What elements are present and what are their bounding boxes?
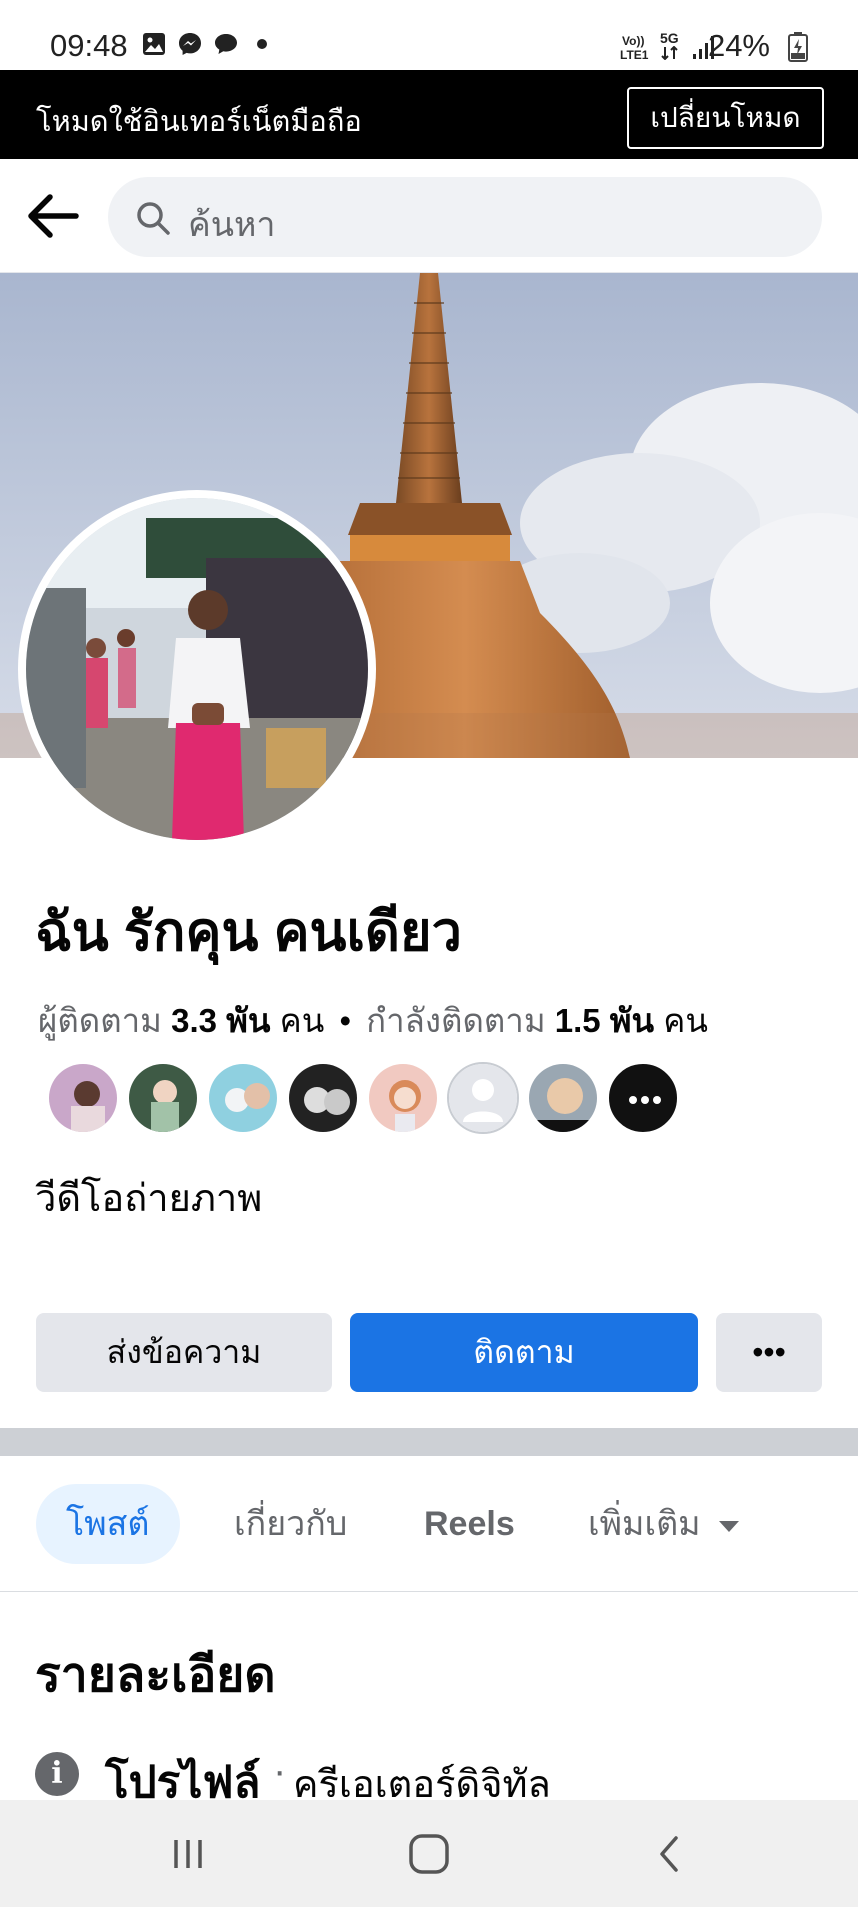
- stats-separator: •: [339, 1002, 351, 1039]
- section-divider: [0, 1428, 858, 1456]
- lte-label: LTE1: [620, 48, 649, 62]
- followers-unit: คน: [279, 1002, 325, 1039]
- network-label: 5G: [660, 30, 679, 46]
- follower-avatar[interactable]: [207, 1062, 279, 1134]
- detail-separator: ·: [273, 1749, 287, 1793]
- chat-bubble-icon: [215, 34, 237, 54]
- status-bar: 09:48 Vo)) LTE1 5G 24%: [0, 0, 858, 70]
- follower-avatar[interactable]: [367, 1062, 439, 1134]
- data-arrows-icon: [661, 46, 678, 60]
- profile-tabs: โพสต์ เกี่ยวกับ Reels เพิ่มเติม: [0, 1456, 858, 1592]
- home-icon[interactable]: [406, 1826, 452, 1882]
- tab-posts[interactable]: โพสต์: [36, 1484, 180, 1564]
- details-title: รายละเอียด: [35, 1649, 276, 1702]
- back-arrow-icon[interactable]: [26, 191, 82, 241]
- volte-label: Vo)): [622, 34, 645, 48]
- follow-stats[interactable]: ผู้ติดตาม 3.3 พัน คน • กำลังติดตาม 1.5 พ…: [38, 994, 708, 1047]
- follower-avatar[interactable]: [527, 1062, 599, 1134]
- follower-avatar[interactable]: [47, 1062, 119, 1134]
- status-time: 09:48: [50, 28, 128, 63]
- more-options-button[interactable]: •••: [716, 1313, 822, 1392]
- back-icon[interactable]: [652, 1826, 686, 1882]
- dot-icon: [257, 39, 267, 49]
- follower-avatar[interactable]: [127, 1062, 199, 1134]
- system-nav-bar: [0, 1800, 858, 1907]
- info-icon: i: [35, 1752, 79, 1796]
- send-message-button[interactable]: ส่งข้อความ: [36, 1313, 332, 1392]
- tab-reels[interactable]: Reels: [394, 1484, 545, 1564]
- followers-label: ผู้ติดตาม: [38, 1002, 162, 1039]
- change-mode-button[interactable]: เปลี่ยนโหมด: [627, 87, 824, 149]
- profile-category: วีดีโอถ่ายภาพ: [35, 1178, 263, 1220]
- battery-charging-icon: [788, 32, 808, 62]
- gallery-icon: [143, 33, 165, 55]
- banner-text: โหมดใช้อินเทอร์เน็ตมือถือ: [36, 106, 362, 138]
- follow-button[interactable]: ติดตาม: [350, 1313, 698, 1392]
- following-unit: คน: [663, 1002, 708, 1039]
- tab-more[interactable]: เพิ่มเติม: [558, 1484, 769, 1564]
- messenger-icon: [179, 33, 201, 55]
- search-placeholder: ค้นหา: [188, 206, 276, 244]
- profile-avatar[interactable]: [18, 490, 376, 848]
- search-icon: [137, 202, 170, 235]
- search-input[interactable]: ค้นหา: [108, 177, 822, 257]
- following-label: กำลังติดตาม: [366, 1002, 546, 1039]
- chevron-down-icon: [718, 1520, 739, 1532]
- tab-more-label: เพิ่มเติม: [588, 1505, 701, 1543]
- more-followers-button[interactable]: [607, 1062, 679, 1134]
- battery-percent: 24%: [707, 28, 770, 63]
- search-header: ค้นหา: [0, 159, 858, 273]
- tab-about[interactable]: เกี่ยวกับ: [204, 1484, 377, 1564]
- followers-count: 3.3 พัน: [171, 1002, 271, 1039]
- mobile-data-banner: โหมดใช้อินเทอร์เน็ตมือถือ เปลี่ยนโหมด: [0, 70, 858, 159]
- follower-avatar[interactable]: [287, 1062, 359, 1134]
- following-count: 1.5 พัน: [554, 1002, 655, 1039]
- recent-apps-icon[interactable]: [168, 1826, 208, 1882]
- profile-name: ฉัน รักคุน คนเดียว: [35, 902, 462, 962]
- follower-avatar[interactable]: [447, 1062, 519, 1134]
